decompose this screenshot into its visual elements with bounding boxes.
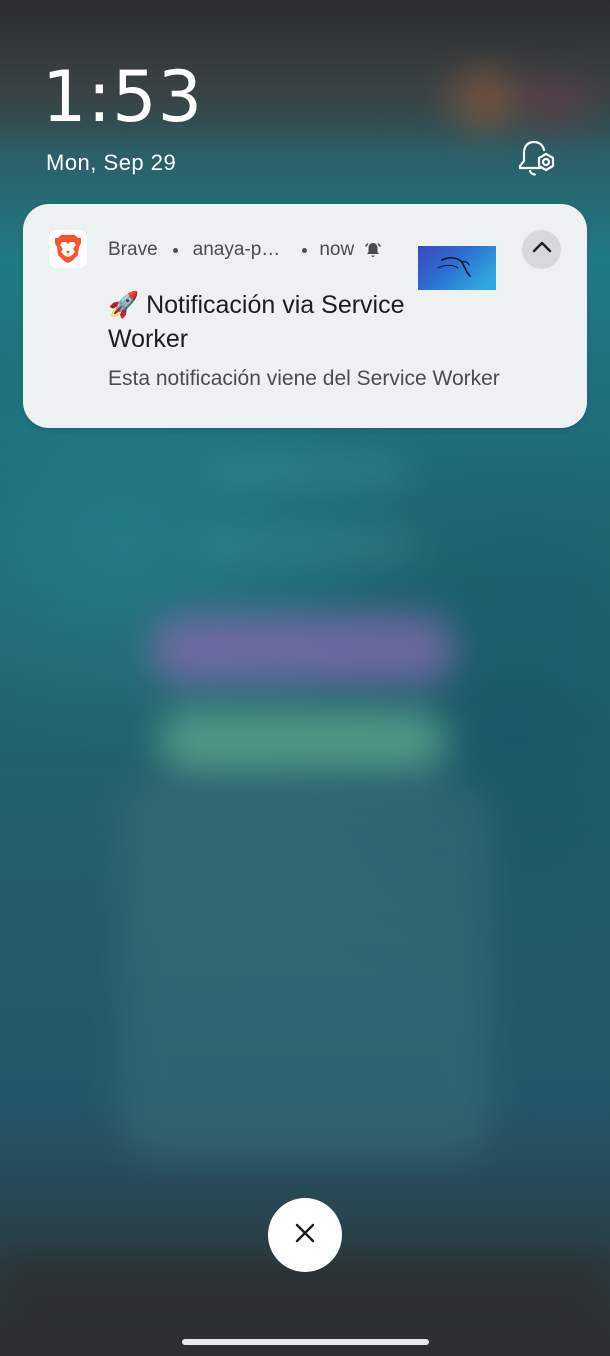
lockscreen-date: Mon, Sep 29 [46,150,177,175]
blurred-shape [190,530,420,560]
brave-lion-icon [49,230,87,268]
notification-card[interactable]: Brave anaya-p… now 🚀 Notificación via Se… [23,204,587,428]
home-gesture-bar[interactable] [182,1339,429,1345]
bell-icon [364,241,382,259]
expand-button[interactable] [522,230,561,269]
blurred-shape [120,780,490,1160]
bell-settings-icon[interactable] [516,138,560,178]
chevron-up-icon [532,240,552,259]
notification-timestamp: now [319,239,355,260]
blurred-shape [200,455,410,485]
app-name: Brave [108,239,158,260]
notification-source: anaya-p… [192,239,281,260]
blurred-shape [520,80,590,130]
separator-dot [172,247,178,253]
notification-image [418,246,496,290]
notification-header: Brave anaya-p… now [108,238,382,262]
notification-body: Esta notificación viene del Service Work… [108,367,500,390]
notification-title: 🚀 Notificación via Service Worker [108,291,405,353]
separator-dot [302,247,308,253]
close-icon [294,1222,316,1249]
blurred-shape [158,708,448,776]
lockscreen-clock: 1:53 [42,56,204,138]
blurred-shape [150,615,455,685]
dismiss-button[interactable] [268,1198,342,1272]
blurred-shape [450,70,520,130]
